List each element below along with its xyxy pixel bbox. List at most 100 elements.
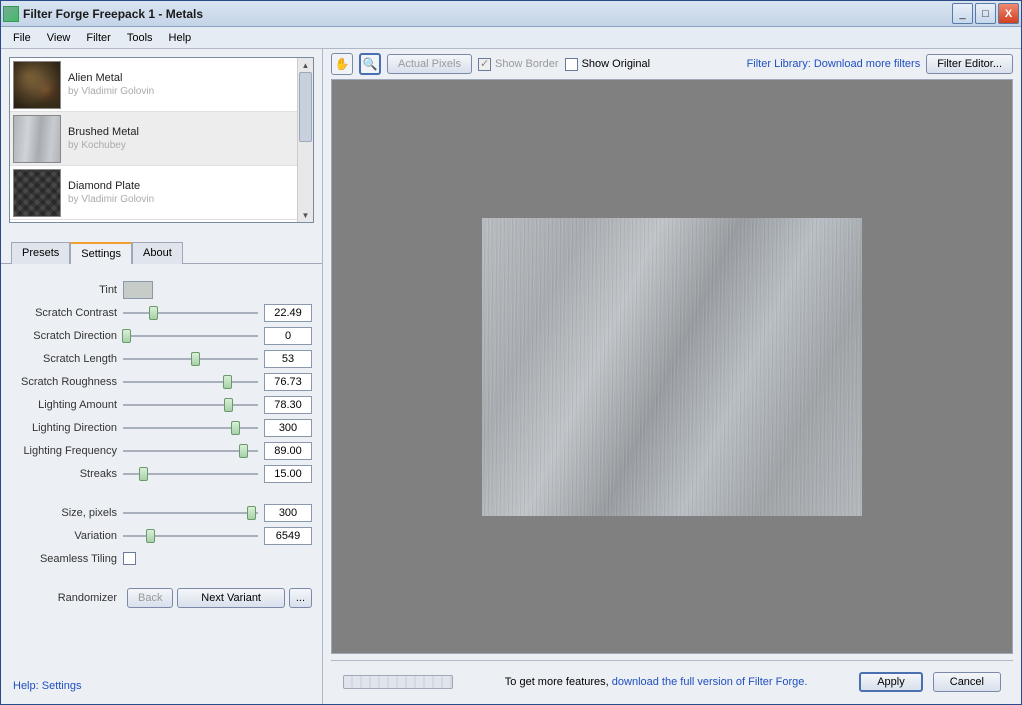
param-slider[interactable] — [123, 304, 258, 322]
show-border-check[interactable]: ✓ Show Border — [478, 58, 559, 71]
next-variant-button[interactable]: Next Variant — [177, 588, 284, 608]
param-label: Size, pixels — [11, 507, 123, 519]
param-label: Scratch Direction — [11, 330, 123, 342]
filter-author: by Kochubey — [68, 140, 139, 151]
filter-name: Diamond Plate — [68, 180, 154, 192]
download-link[interactable]: download the full version of Filter Forg… — [612, 676, 808, 688]
more-button[interactable]: ... — [289, 588, 312, 608]
tab-settings[interactable]: Settings — [70, 242, 132, 264]
param-slider[interactable] — [123, 419, 258, 437]
filter-name: Brushed Metal — [68, 126, 139, 138]
param-value[interactable]: 22.49 — [264, 304, 312, 322]
filter-library-link[interactable]: Filter Library: Download more filters — [747, 58, 921, 70]
param-value[interactable]: 15.00 — [264, 465, 312, 483]
preview-image — [482, 218, 862, 516]
seamless-label: Seamless Tiling — [11, 553, 123, 565]
param-value[interactable]: 76.73 — [264, 373, 312, 391]
param-label: Scratch Length — [11, 353, 123, 365]
param-value[interactable]: 300 — [264, 419, 312, 437]
footer-bar: To get more features, download the full … — [331, 660, 1013, 702]
param-slider[interactable] — [123, 373, 258, 391]
slider-handle[interactable] — [146, 529, 155, 543]
cancel-button[interactable]: Cancel — [933, 672, 1001, 692]
checkbox-icon — [565, 58, 578, 71]
tint-label: Tint — [11, 284, 123, 296]
slider-handle[interactable] — [139, 467, 148, 481]
back-button[interactable]: Back — [127, 588, 173, 608]
param-label: Lighting Frequency — [11, 445, 123, 457]
slider-handle[interactable] — [149, 306, 158, 320]
param-value[interactable]: 0 — [264, 327, 312, 345]
slider-handle[interactable] — [231, 421, 240, 435]
tab-about[interactable]: About — [132, 242, 183, 264]
filter-editor-button[interactable]: Filter Editor... — [926, 54, 1013, 74]
window-title: Filter Forge Freepack 1 - Metals — [23, 7, 952, 21]
slider-handle[interactable] — [239, 444, 248, 458]
param-value[interactable]: 53 — [264, 350, 312, 368]
scroll-down-icon[interactable]: ▼ — [298, 208, 313, 222]
param-label: Variation — [11, 530, 123, 542]
menu-help[interactable]: Help — [161, 30, 200, 46]
filter-thumb — [13, 61, 61, 109]
param-value[interactable]: 300 — [264, 504, 312, 522]
param-label: Scratch Roughness — [11, 376, 123, 388]
param-slider[interactable] — [123, 504, 258, 522]
zoom-tool-icon[interactable]: 🔍 — [359, 53, 381, 75]
scroll-up-icon[interactable]: ▲ — [298, 58, 313, 72]
maximize-button[interactable]: □ — [975, 3, 996, 24]
preview-toolbar: ✋ 🔍 Actual Pixels ✓ Show Border Show Ori… — [323, 49, 1021, 79]
tab-presets[interactable]: Presets — [11, 242, 70, 264]
actual-pixels-button[interactable]: Actual Pixels — [387, 54, 472, 74]
filter-thumb — [13, 115, 61, 163]
seamless-checkbox[interactable] — [123, 552, 136, 565]
minimize-button[interactable]: _ — [952, 3, 973, 24]
scroll-thumb[interactable] — [299, 72, 312, 142]
param-slider[interactable] — [123, 350, 258, 368]
param-label: Lighting Direction — [11, 422, 123, 434]
slider-handle[interactable] — [122, 329, 131, 343]
show-original-label: Show Original — [582, 58, 650, 70]
preview-canvas[interactable] — [331, 79, 1013, 654]
menu-file[interactable]: File — [5, 30, 39, 46]
param-slider[interactable] — [123, 465, 258, 483]
filter-author: by Vladimir Golovin — [68, 86, 154, 97]
filter-author: by Vladimir Golovin — [68, 194, 154, 205]
titlebar: Filter Forge Freepack 1 - Metals _ □ X — [1, 1, 1021, 27]
slider-handle[interactable] — [247, 506, 256, 520]
menu-view[interactable]: View — [39, 30, 79, 46]
close-button[interactable]: X — [998, 3, 1019, 24]
menu-tools[interactable]: Tools — [119, 30, 161, 46]
menu-filter[interactable]: Filter — [78, 30, 118, 46]
param-label: Lighting Amount — [11, 399, 123, 411]
param-slider[interactable] — [123, 396, 258, 414]
show-border-label: Show Border — [495, 58, 559, 70]
slider-handle[interactable] — [191, 352, 200, 366]
progress-bar — [343, 675, 453, 689]
show-original-check[interactable]: Show Original — [565, 58, 650, 71]
filter-row[interactable]: Brushed Metal by Kochubey — [10, 112, 297, 166]
param-slider[interactable] — [123, 527, 258, 545]
param-label: Scratch Contrast — [11, 307, 123, 319]
filter-row[interactable]: Diamond Plate by Vladimir Golovin — [10, 166, 297, 220]
param-label: Streaks — [11, 468, 123, 480]
param-value[interactable]: 89.00 — [264, 442, 312, 460]
apply-button[interactable]: Apply — [859, 672, 923, 692]
hand-tool-icon[interactable]: ✋ — [331, 53, 353, 75]
app-icon — [3, 6, 19, 22]
randomizer-label: Randomizer — [11, 592, 123, 604]
slider-handle[interactable] — [223, 375, 232, 389]
help-link[interactable]: Help: Settings — [13, 680, 81, 692]
param-value[interactable]: 6549 — [264, 527, 312, 545]
filter-list: Alien Metal by Vladimir Golovin Brushed … — [9, 57, 314, 223]
scrollbar[interactable]: ▲ ▼ — [297, 58, 313, 222]
filter-row[interactable]: Alien Metal by Vladimir Golovin — [10, 58, 297, 112]
slider-handle[interactable] — [224, 398, 233, 412]
param-value[interactable]: 78.30 — [264, 396, 312, 414]
param-slider[interactable] — [123, 327, 258, 345]
param-slider[interactable] — [123, 442, 258, 460]
menubar: File View Filter Tools Help — [1, 27, 1021, 49]
footer-msg: To get more features, — [505, 676, 612, 688]
tint-swatch[interactable] — [123, 281, 153, 299]
tabs: Presets Settings About — [11, 241, 322, 263]
checkbox-icon: ✓ — [478, 58, 491, 71]
